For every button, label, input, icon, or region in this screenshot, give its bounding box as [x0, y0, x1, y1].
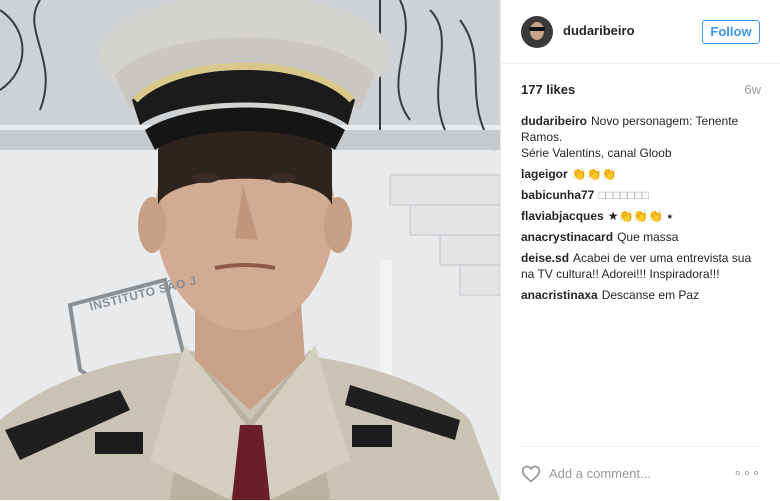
post-age[interactable]: 6w [744, 82, 761, 97]
post-stats: 177 likes 6w [521, 82, 761, 98]
avatar-face [530, 22, 544, 40]
heart-icon[interactable] [521, 464, 541, 484]
post-header: dudaribeiro Follow [501, 0, 780, 64]
comment-text: □□□□□□□ [598, 188, 650, 202]
comment-text: 👏👏👏 [571, 167, 617, 181]
photo-illustration [0, 0, 500, 500]
comment-item: flaviabjacques ★👏👏👏 ⭑ [521, 208, 759, 224]
comment-username[interactable]: babicunha77 [521, 188, 594, 202]
ellipsis-icon[interactable]: ∘∘∘ [734, 465, 761, 481]
comments-list: dudaribeiro Novo personagem: Tenente Ramo… [521, 113, 759, 308]
comment-username[interactable]: deise.sd [521, 251, 569, 265]
comment-username[interactable]: anacristinaxa [521, 288, 598, 302]
follow-button[interactable]: Follow [702, 20, 760, 44]
comment-username[interactable]: anacrystinacard [521, 230, 613, 244]
comment-username[interactable]: dudaribeiro [521, 114, 587, 128]
post-photo[interactable]: INSTITUTO SÃO J [0, 0, 500, 500]
comment-item: lageigor 👏👏👏 [521, 166, 759, 182]
comment-text: ★👏👏👏 ⭑ [607, 209, 674, 223]
comment-item: anacrystinacard Que massa [521, 229, 759, 245]
add-comment-input[interactable]: Add a comment... [549, 466, 651, 481]
caption: dudaribeiro Novo personagem: Tenente Ramo… [521, 113, 759, 161]
comment-item: anacristinaxa Descanse em Paz [521, 287, 759, 303]
comment-item: babicunha77 □□□□□□□ [521, 187, 759, 203]
likes-count[interactable]: 177 likes [521, 82, 575, 97]
comment-username[interactable]: flaviabjacques [521, 209, 604, 223]
comment-text: Descanse em Paz [601, 288, 700, 302]
post-footer: Add a comment... ∘∘∘ [521, 446, 761, 501]
post-author-username[interactable]: dudaribeiro [563, 23, 635, 38]
avatar[interactable] [521, 16, 553, 48]
comment-item: deise.sd Acabei de ver uma entrevista sua… [521, 250, 759, 282]
instagram-post: INSTITUTO SÃO J dudaribeiro Follow 177 l… [0, 0, 780, 500]
comment-text: Que massa [617, 230, 679, 244]
comment-username[interactable]: lageigor [521, 167, 568, 181]
avatar-glasses [529, 27, 545, 31]
post-side-panel: dudaribeiro Follow 177 likes 6w dudaribe… [500, 0, 780, 500]
